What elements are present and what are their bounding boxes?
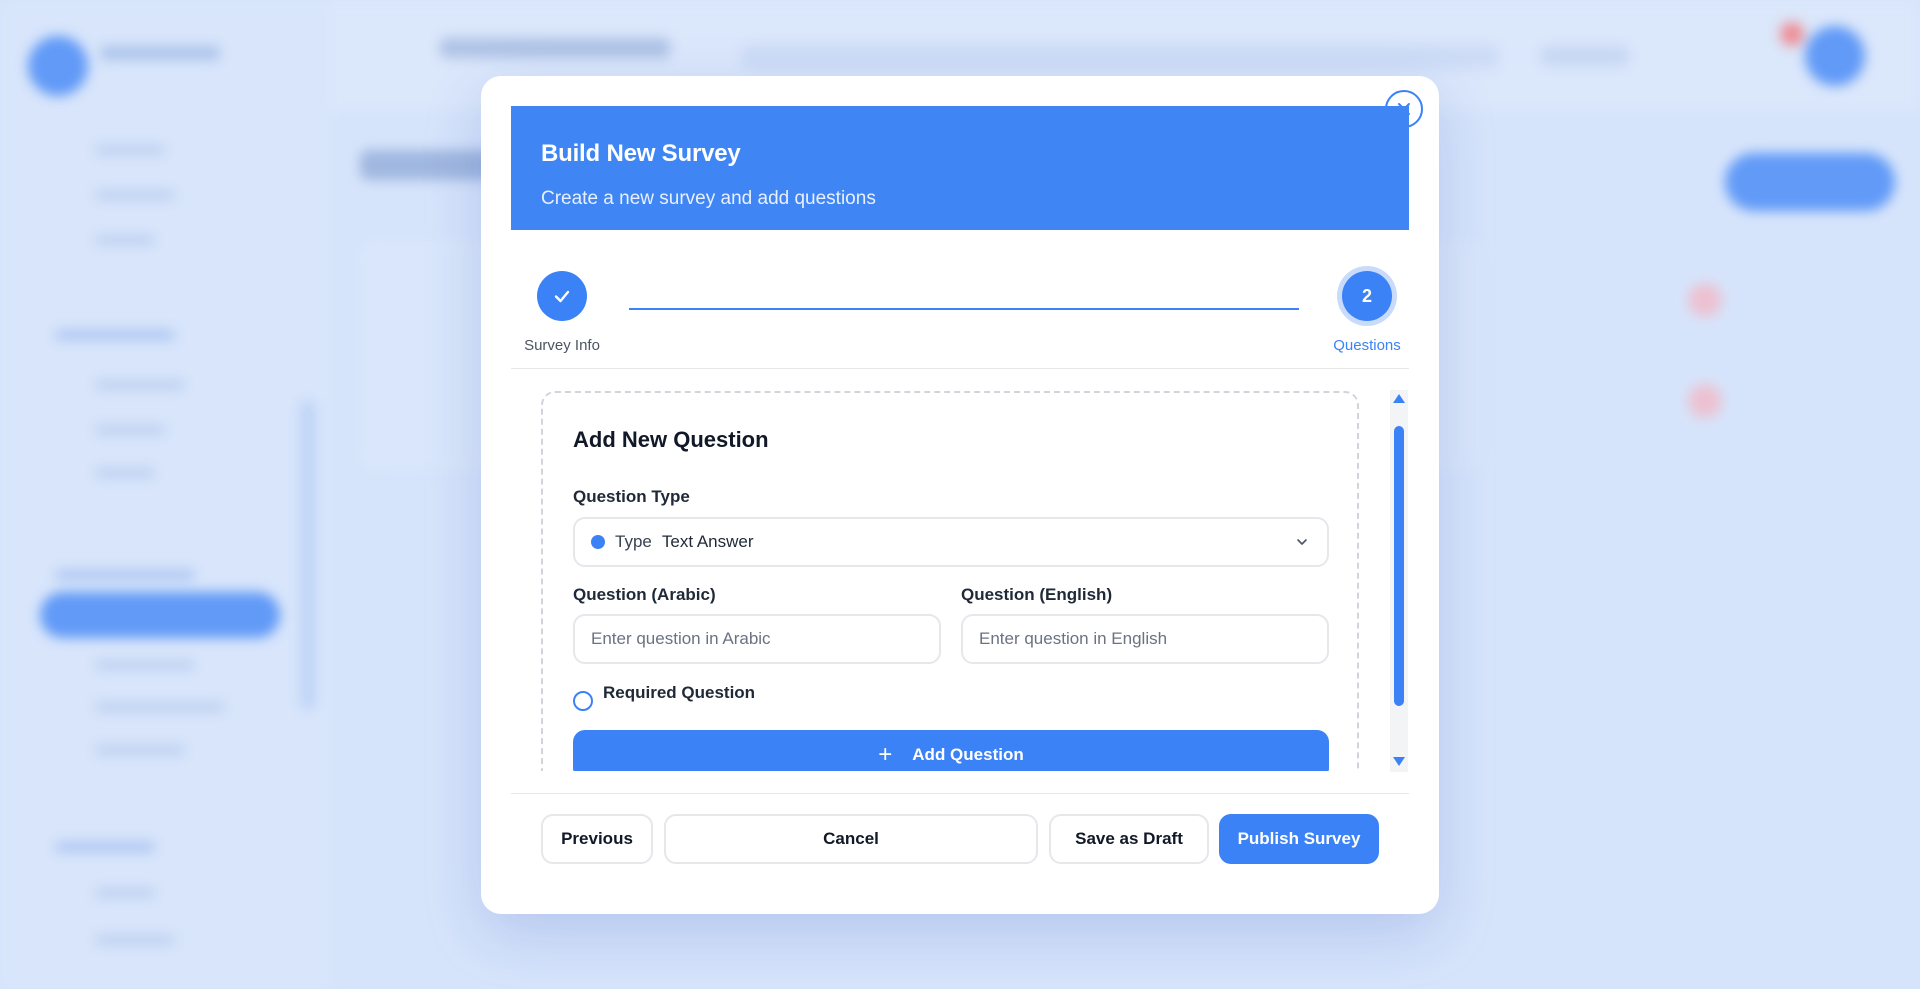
background-status [1688,283,1722,317]
background-search [740,44,1500,70]
english-question-input[interactable] [961,614,1329,664]
arabic-question-label: Question (Arabic) [573,585,716,604]
question-type-select[interactable]: Type Text Answer [573,517,1329,567]
background-active-nav [40,592,280,638]
english-question-label: Question (English) [961,585,1113,604]
required-question-toggle[interactable] [573,691,593,711]
background-badge [1780,22,1804,46]
card-title: Add New Question [573,427,769,452]
step-label-questions: Questions [1333,337,1401,354]
plus-icon: + [878,741,893,768]
add-question-label: Add Question [912,745,1024,764]
save-draft-button[interactable]: Save as Draft [1049,814,1209,864]
background-nav-item [95,468,155,478]
step-number: 2 [1361,285,1372,306]
check-icon [554,290,570,303]
previous-button[interactable]: Previous [541,814,653,864]
background-nav-item [95,425,165,435]
modal-header: Build New Survey Create a new survey and… [511,106,1409,230]
background-nav-item [95,145,165,155]
background-nav-item [95,888,155,898]
arabic-question-input[interactable] [573,614,941,664]
add-question-card: Add New Question Question Type Type Text… [541,391,1359,771]
background-section-label [55,330,175,340]
required-question-row: Required Question [573,683,755,711]
background-scrollbar [300,400,316,710]
scroll-up-arrow[interactable] [1393,394,1405,403]
background-avatar [1805,26,1865,86]
type-indicator-dot [591,535,605,549]
build-survey-modal: Build New Survey Create a new survey and… [481,76,1439,914]
scroll-down-arrow[interactable] [1393,757,1405,766]
background-nav-item [95,190,175,200]
step-connector [629,308,1299,310]
stepper: 2 Survey Info Questions [511,271,1409,354]
background-nav-item [95,935,175,945]
required-question-label: Required Question [603,683,756,702]
background-title [440,38,670,58]
background-logo-text [100,46,220,60]
background-status [1688,384,1722,418]
background-section-label [55,570,195,580]
background-chip [1540,46,1630,66]
scrollbar[interactable] [1390,390,1408,772]
background-nav-item [95,702,225,712]
question-type-label: Question Type [573,487,690,506]
publish-survey-button[interactable]: Publish Survey [1219,814,1379,864]
add-question-button[interactable]: + Add Question [573,730,1329,771]
scroll-thumb[interactable] [1394,426,1404,706]
background-nav-item [95,660,195,670]
questions-scroll-area[interactable]: Add New Question Question Type Type Text… [511,389,1409,771]
background-nav-item [95,745,185,755]
background-sidebar [0,0,330,989]
step-label-survey-info: Survey Info [524,337,600,354]
background-nav-item [95,380,185,390]
type-value: Text Answer [661,532,754,551]
footer-divider [511,793,1409,794]
header-divider [511,368,1409,369]
chevron-down-icon [1297,539,1307,545]
background-nav-item [95,235,155,245]
cancel-button[interactable]: Cancel [664,814,1038,864]
background-section-label [55,842,155,852]
background-logo [28,36,88,96]
step-questions[interactable]: 2 [1342,271,1392,321]
modal-subtitle: Create a new survey and add questions [541,188,876,209]
type-prefix: Type [615,532,652,551]
modal-title: Build New Survey [541,140,741,167]
background-cta [1725,153,1895,211]
step-survey-info[interactable] [537,271,587,321]
